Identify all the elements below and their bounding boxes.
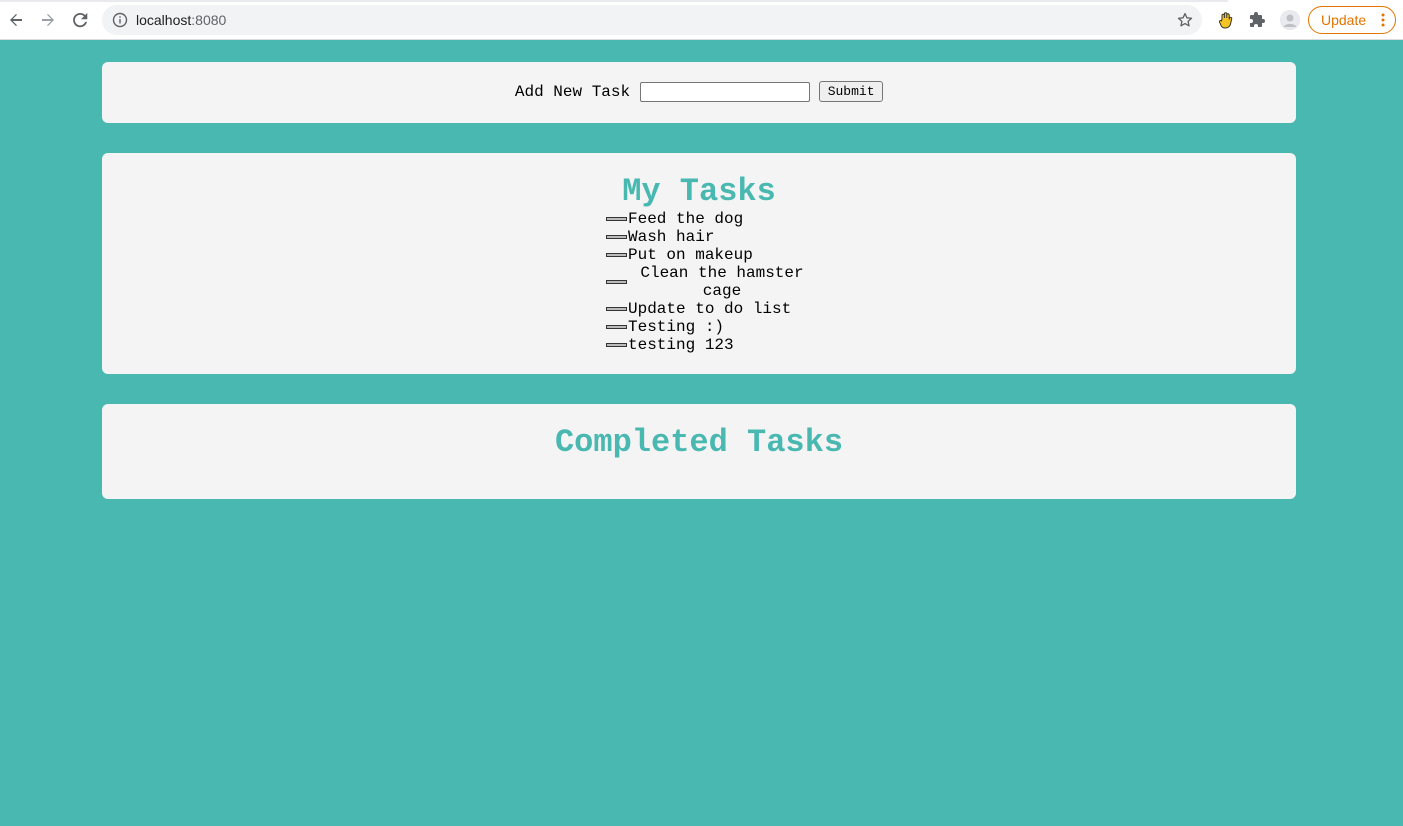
forward-icon	[42, 14, 54, 26]
menu-dots-icon[interactable]	[1381, 13, 1385, 27]
reload-button[interactable]	[68, 8, 92, 32]
completed-tasks-title: Completed Tasks	[554, 424, 844, 461]
site-info-icon[interactable]	[112, 12, 128, 28]
my-tasks-card: My Tasks Feed the dog Wash hair Put on m…	[102, 153, 1296, 374]
profile-avatar-icon[interactable]	[1280, 10, 1300, 30]
back-button[interactable]	[4, 8, 28, 32]
task-checkbox[interactable]	[606, 217, 627, 221]
back-icon	[10, 14, 22, 26]
loading-bar	[0, 0, 1228, 2]
task-label: Testing :)	[628, 318, 725, 336]
forward-button[interactable]	[36, 8, 60, 32]
task-label: Wash hair	[628, 228, 715, 246]
my-tasks-title: My Tasks	[622, 173, 776, 210]
url-host: localhost	[136, 12, 192, 28]
task-checkbox[interactable]	[606, 343, 627, 347]
bookmark-star-icon[interactable]	[1176, 11, 1194, 29]
task-item[interactable]: Wash hair	[606, 228, 816, 246]
task-item[interactable]: Feed the dog	[606, 210, 816, 228]
task-item[interactable]: Put on makeup	[606, 246, 816, 264]
task-checkbox[interactable]	[606, 325, 627, 329]
extensions-puzzle-icon[interactable]	[1248, 10, 1268, 30]
add-task-label: Add New Task	[514, 82, 631, 101]
url-port: :8080	[191, 12, 227, 28]
task-checkbox[interactable]	[606, 280, 627, 284]
task-item[interactable]: Clean the hamster cage	[606, 264, 816, 300]
task-label: Feed the dog	[628, 210, 744, 228]
task-item[interactable]: Update to do list	[606, 300, 816, 318]
update-button[interactable]: Update	[1308, 6, 1396, 34]
reload-icon	[73, 12, 88, 28]
task-item[interactable]: Testing :)	[606, 318, 816, 336]
completed-tasks-card: Completed Tasks	[102, 404, 1296, 499]
url-text[interactable]: localhost:8080	[136, 11, 226, 29]
avatar-silhouette-icon	[1280, 10, 1300, 30]
task-checkbox[interactable]	[606, 307, 627, 311]
extension-hand-icon[interactable]	[1216, 10, 1236, 30]
address-bar[interactable]: localhost:8080	[102, 5, 1202, 35]
new-task-input[interactable]	[640, 81, 811, 102]
task-label: Clean the hamster cage	[640, 264, 804, 300]
task-label: Update to do list	[628, 300, 792, 318]
add-task-card: Add New Task Submit	[102, 62, 1296, 123]
update-label: Update	[1321, 12, 1367, 28]
submit-button[interactable]: Submit	[819, 81, 884, 102]
task-checkbox[interactable]	[606, 253, 627, 257]
browser-toolbar: localhost:8080 Update	[0, 0, 1403, 40]
task-checkbox[interactable]	[606, 235, 627, 239]
task-label: Put on makeup	[628, 246, 753, 264]
task-label: testing 123	[628, 336, 734, 354]
add-task-form: Add New Task Submit	[102, 81, 1296, 102]
task-item[interactable]: testing 123	[606, 336, 816, 354]
task-list: Feed the dog Wash hair Put on makeup Cle…	[606, 210, 816, 354]
